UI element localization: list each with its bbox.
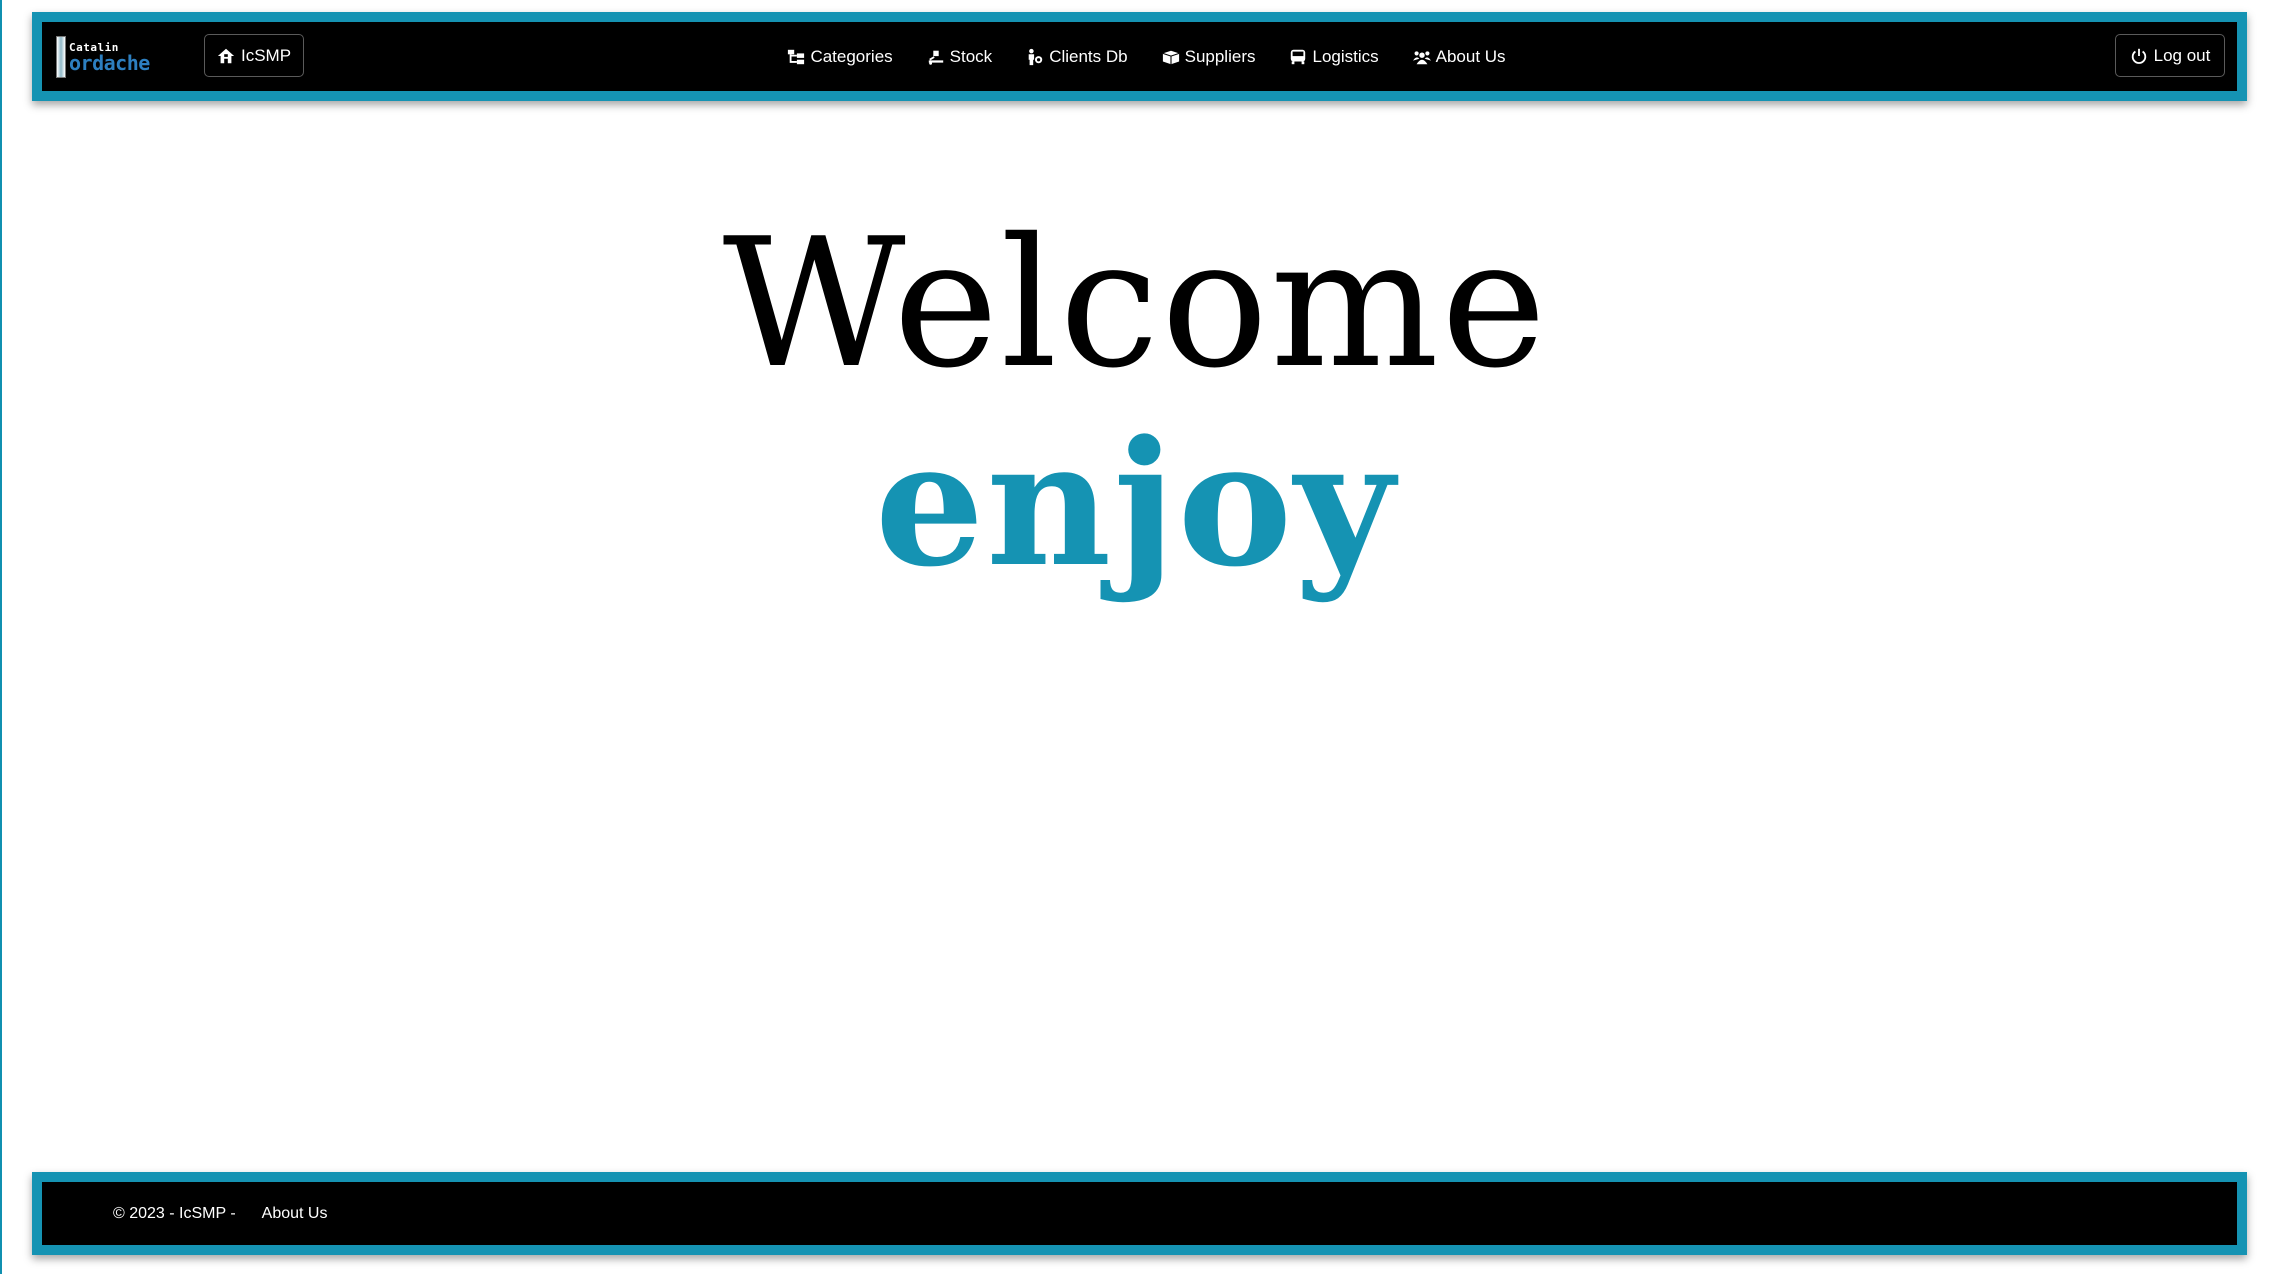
truck-icon	[1289, 48, 1307, 66]
dolly-icon	[927, 48, 945, 66]
nav-item-label: Logistics	[1312, 46, 1379, 66]
welcome-heading: Welcome	[722, 200, 1549, 407]
nav-item-categories[interactable]: Categories	[787, 46, 893, 67]
power-icon	[2130, 47, 2148, 65]
nav-item-label: About Us	[1435, 46, 1506, 66]
footer-about-link[interactable]: About Us	[262, 1205, 328, 1223]
logout-button-label: Log out	[2153, 45, 2211, 65]
nav-item-about-us[interactable]: About Us	[1412, 46, 1506, 67]
person-icon	[1026, 48, 1044, 66]
nav-item-label: Clients Db	[1049, 46, 1128, 66]
nav-item-suppliers[interactable]: Suppliers	[1162, 46, 1256, 67]
users-icon	[1412, 48, 1431, 66]
enjoy-subheading: enjoy	[874, 402, 1397, 605]
main-nav: Categories Stock Clients Db Suppliers Lo…	[42, 22, 2237, 91]
nav-item-clients-db[interactable]: Clients Db	[1026, 46, 1128, 67]
sitemap-icon	[787, 48, 805, 66]
footer: © 2023 - IcSMP - About Us	[32, 1172, 2247, 1255]
nav-item-logistics[interactable]: Logistics	[1289, 46, 1379, 67]
nav-item-label: Categories	[810, 46, 893, 66]
box-icon	[1162, 48, 1180, 66]
footer-copyright: © 2023 - IcSMP -	[113, 1204, 236, 1222]
nav-item-label: Stock	[949, 46, 993, 66]
footer-content: © 2023 - IcSMP - About Us	[113, 1182, 327, 1245]
nav-item-label: Suppliers	[1184, 46, 1256, 66]
top-navbar: Catalin ordache IcSMP Categories Stock C…	[32, 12, 2247, 101]
logout-button[interactable]: Log out	[2115, 34, 2225, 77]
nav-item-stock[interactable]: Stock	[927, 46, 993, 67]
